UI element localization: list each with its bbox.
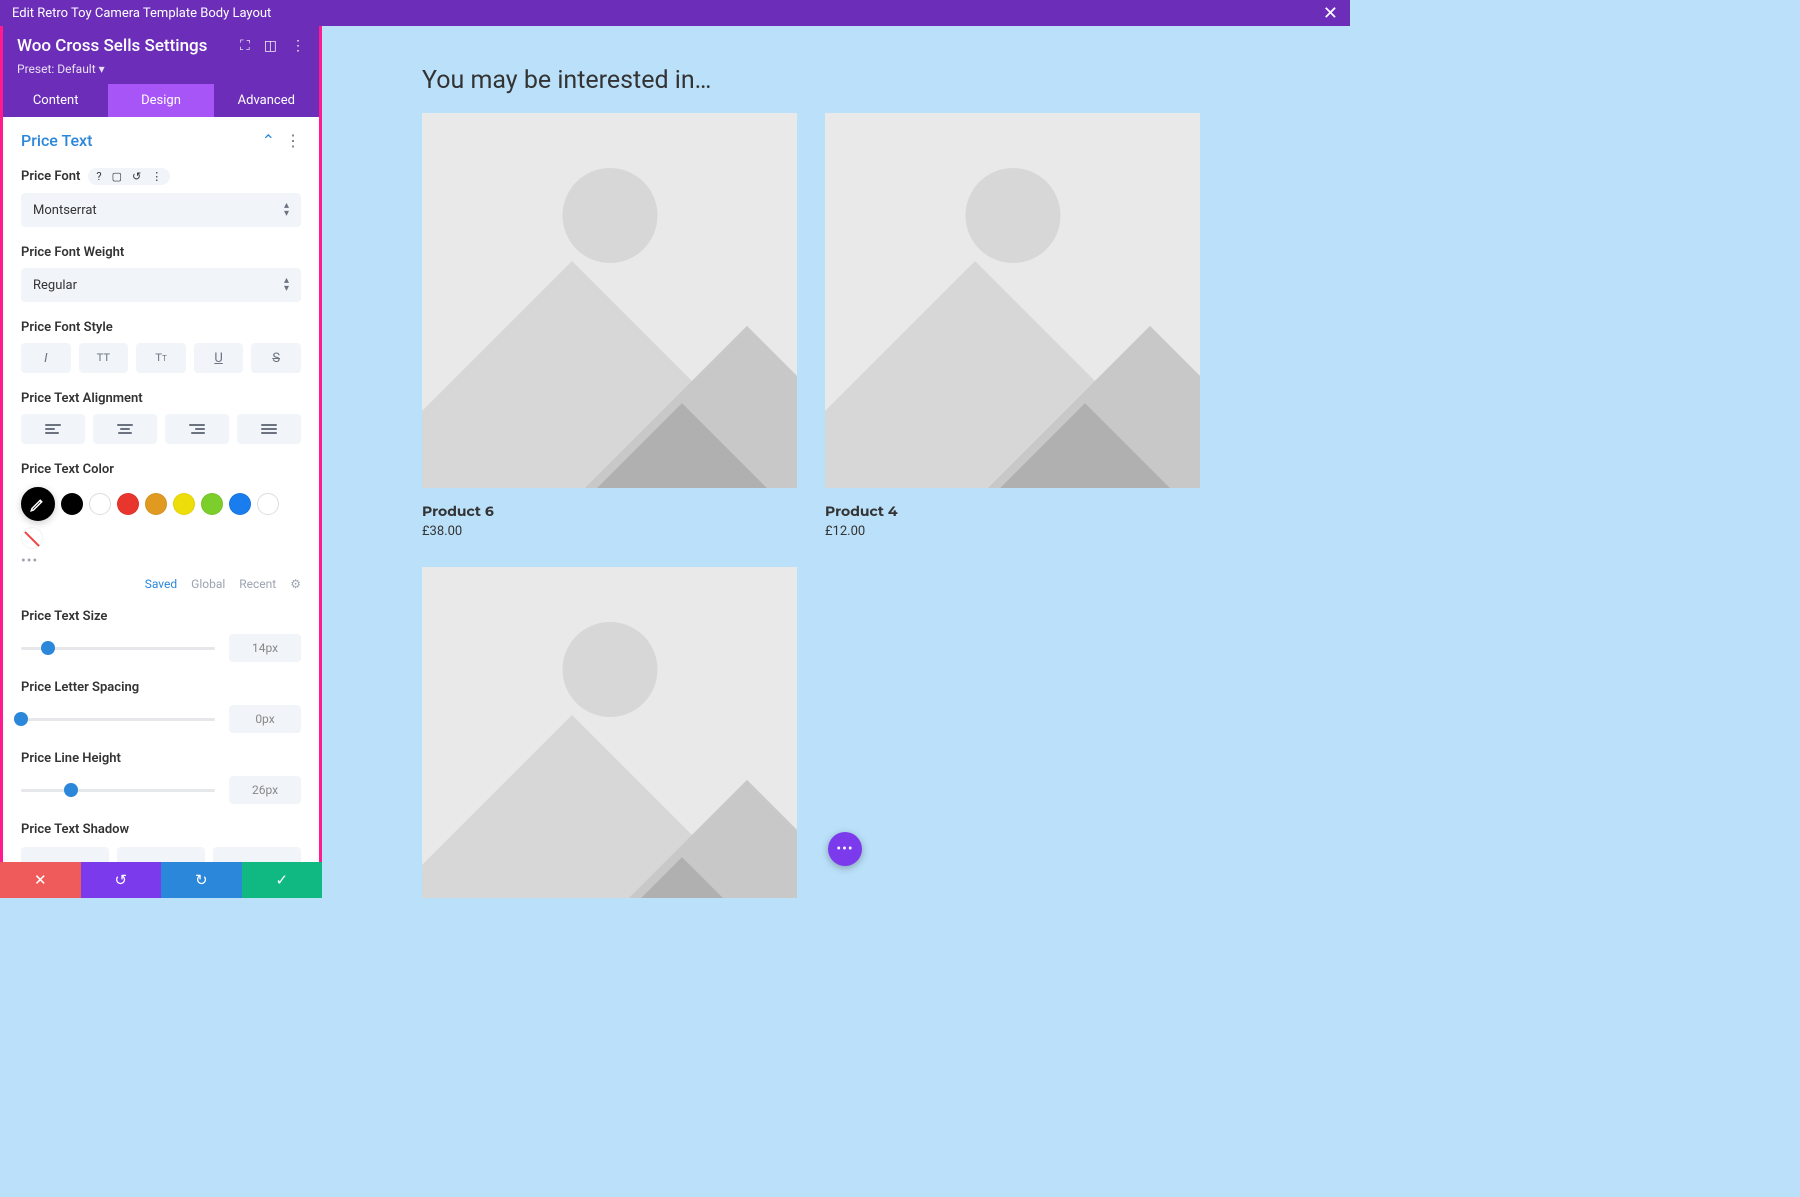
expand-icon[interactable]: ⛶ bbox=[240, 38, 250, 54]
line-value[interactable]: 26px bbox=[229, 776, 301, 804]
settings-tabs: Content Design Advanced bbox=[3, 84, 319, 117]
align-center-button[interactable] bbox=[93, 414, 157, 444]
label-text-shadow: Price Text Shadow bbox=[21, 822, 301, 837]
reset-icon[interactable]: ↺ bbox=[132, 170, 141, 183]
spacing-slider[interactable] bbox=[21, 718, 215, 721]
font-value: Montserrat bbox=[33, 203, 97, 218]
size-slider[interactable] bbox=[21, 647, 215, 650]
weight-select[interactable]: Regular ▴▾ bbox=[21, 268, 301, 302]
tab-design[interactable]: Design bbox=[108, 84, 213, 117]
color-tab-saved[interactable]: Saved bbox=[145, 577, 177, 591]
italic-button[interactable]: I bbox=[21, 343, 71, 373]
underline-button[interactable]: U bbox=[194, 343, 244, 373]
section-header[interactable]: Price Text ⌃ ⋮ bbox=[21, 131, 301, 150]
chevron-up-icon[interactable]: ⌃ bbox=[262, 131, 275, 150]
label-text-align: Price Text Alignment bbox=[21, 391, 301, 406]
preview-area: You may be interested in… Product 6 £38.… bbox=[322, 26, 1350, 898]
color-picker-button[interactable] bbox=[21, 487, 55, 521]
label-font-weight: Price Font Weight bbox=[21, 245, 301, 260]
color-tab-global[interactable]: Global bbox=[191, 577, 225, 591]
swatch-blue[interactable] bbox=[229, 493, 251, 515]
label-font-style: Price Font Style bbox=[21, 320, 301, 335]
line-slider[interactable] bbox=[21, 789, 215, 792]
snap-icon[interactable]: ◫ bbox=[264, 38, 277, 54]
uppercase-button[interactable]: TT bbox=[79, 343, 129, 373]
section-title: Price Text bbox=[21, 131, 92, 150]
swatch-green[interactable] bbox=[201, 493, 223, 515]
weight-value: Regular bbox=[33, 278, 77, 293]
help-icon[interactable]: ? bbox=[96, 170, 101, 183]
swatch-none[interactable] bbox=[21, 527, 43, 549]
field-more-icon[interactable]: ⋮ bbox=[151, 170, 162, 183]
product-name: Product 6 bbox=[422, 502, 797, 520]
top-bar-title: Edit Retro Toy Camera Template Body Layo… bbox=[12, 6, 271, 21]
product-card[interactable]: Product 6 £38.00 bbox=[422, 113, 797, 539]
top-bar: Edit Retro Toy Camera Template Body Layo… bbox=[0, 0, 1350, 26]
field-text-align: Price Text Alignment bbox=[21, 391, 301, 444]
product-image-placeholder bbox=[422, 567, 797, 898]
caret-icon: ▴▾ bbox=[284, 202, 289, 218]
color-settings-icon[interactable]: ⚙ bbox=[290, 577, 301, 591]
label-price-font: Price Font bbox=[21, 169, 80, 184]
section-more-icon[interactable]: ⋮ bbox=[285, 131, 301, 150]
size-value[interactable]: 14px bbox=[229, 634, 301, 662]
device-icon[interactable]: ▢ bbox=[112, 170, 122, 183]
swatch-yellow[interactable] bbox=[173, 493, 195, 515]
tab-content[interactable]: Content bbox=[3, 84, 108, 117]
label-text-color: Price Text Color bbox=[21, 462, 301, 477]
field-line-height: Price Line Height 26px bbox=[21, 751, 301, 804]
align-right-button[interactable] bbox=[165, 414, 229, 444]
save-button[interactable]: ✓ bbox=[242, 862, 323, 898]
more-colors-icon[interactable]: ••• bbox=[21, 553, 301, 569]
footer-bar: ✕ ↺ ↻ ✓ bbox=[0, 862, 322, 898]
label-text-size: Price Text Size bbox=[21, 609, 301, 624]
product-card[interactable]: Product 4 £12.00 bbox=[825, 113, 1200, 539]
swatch-black[interactable] bbox=[61, 493, 83, 515]
align-justify-button[interactable] bbox=[237, 414, 301, 444]
field-text-color: Price Text Color ••• bbox=[21, 462, 301, 591]
fab-button[interactable]: ••• bbox=[828, 832, 862, 866]
align-left-button[interactable] bbox=[21, 414, 85, 444]
product-price: £12.00 bbox=[825, 524, 1200, 539]
product-image-placeholder bbox=[825, 113, 1200, 488]
swatch-white2[interactable] bbox=[257, 493, 279, 515]
design-panel: Price Text ⌃ ⋮ Price Font ? ▢ ↺ ⋮ bbox=[3, 117, 319, 895]
sidebar-header: Woo Cross Sells Settings ⛶ ◫ ⋮ Preset: D… bbox=[3, 26, 319, 84]
label-letter-spacing: Price Letter Spacing bbox=[21, 680, 301, 695]
field-letter-spacing: Price Letter Spacing 0px bbox=[21, 680, 301, 733]
settings-sidebar: Woo Cross Sells Settings ⛶ ◫ ⋮ Preset: D… bbox=[0, 26, 322, 898]
product-price: £38.00 bbox=[422, 524, 797, 539]
field-font-style: Price Font Style I TT TT U S bbox=[21, 320, 301, 373]
field-text-size: Price Text Size 14px bbox=[21, 609, 301, 662]
swatch-red[interactable] bbox=[117, 493, 139, 515]
more-icon[interactable]: ⋮ bbox=[291, 38, 305, 54]
swatch-orange[interactable] bbox=[145, 493, 167, 515]
product-card[interactable] bbox=[422, 567, 797, 898]
font-select[interactable]: Montserrat ▴▾ bbox=[21, 193, 301, 227]
spacing-value[interactable]: 0px bbox=[229, 705, 301, 733]
preview-heading: You may be interested in… bbox=[422, 66, 1250, 95]
swatch-white[interactable] bbox=[89, 493, 111, 515]
product-image-placeholder bbox=[422, 113, 797, 488]
smallcaps-button[interactable]: TT bbox=[136, 343, 186, 373]
field-price-font: Price Font ? ▢ ↺ ⋮ Montserrat ▴▾ bbox=[21, 168, 301, 227]
caret-icon: ▴▾ bbox=[284, 277, 289, 293]
strikethrough-button[interactable]: S bbox=[251, 343, 301, 373]
redo-button[interactable]: ↻ bbox=[161, 862, 242, 898]
label-line-height: Price Line Height bbox=[21, 751, 301, 766]
close-icon[interactable]: ✕ bbox=[1323, 3, 1338, 24]
product-name: Product 4 bbox=[825, 502, 1200, 520]
sidebar-title: Woo Cross Sells Settings bbox=[17, 36, 207, 56]
undo-button[interactable]: ↺ bbox=[81, 862, 162, 898]
preset-selector[interactable]: Preset: Default ▾ bbox=[17, 62, 305, 76]
cancel-button[interactable]: ✕ bbox=[0, 862, 81, 898]
field-font-weight: Price Font Weight Regular ▴▾ bbox=[21, 245, 301, 302]
color-tab-recent[interactable]: Recent bbox=[239, 577, 276, 591]
tab-advanced[interactable]: Advanced bbox=[214, 84, 319, 117]
